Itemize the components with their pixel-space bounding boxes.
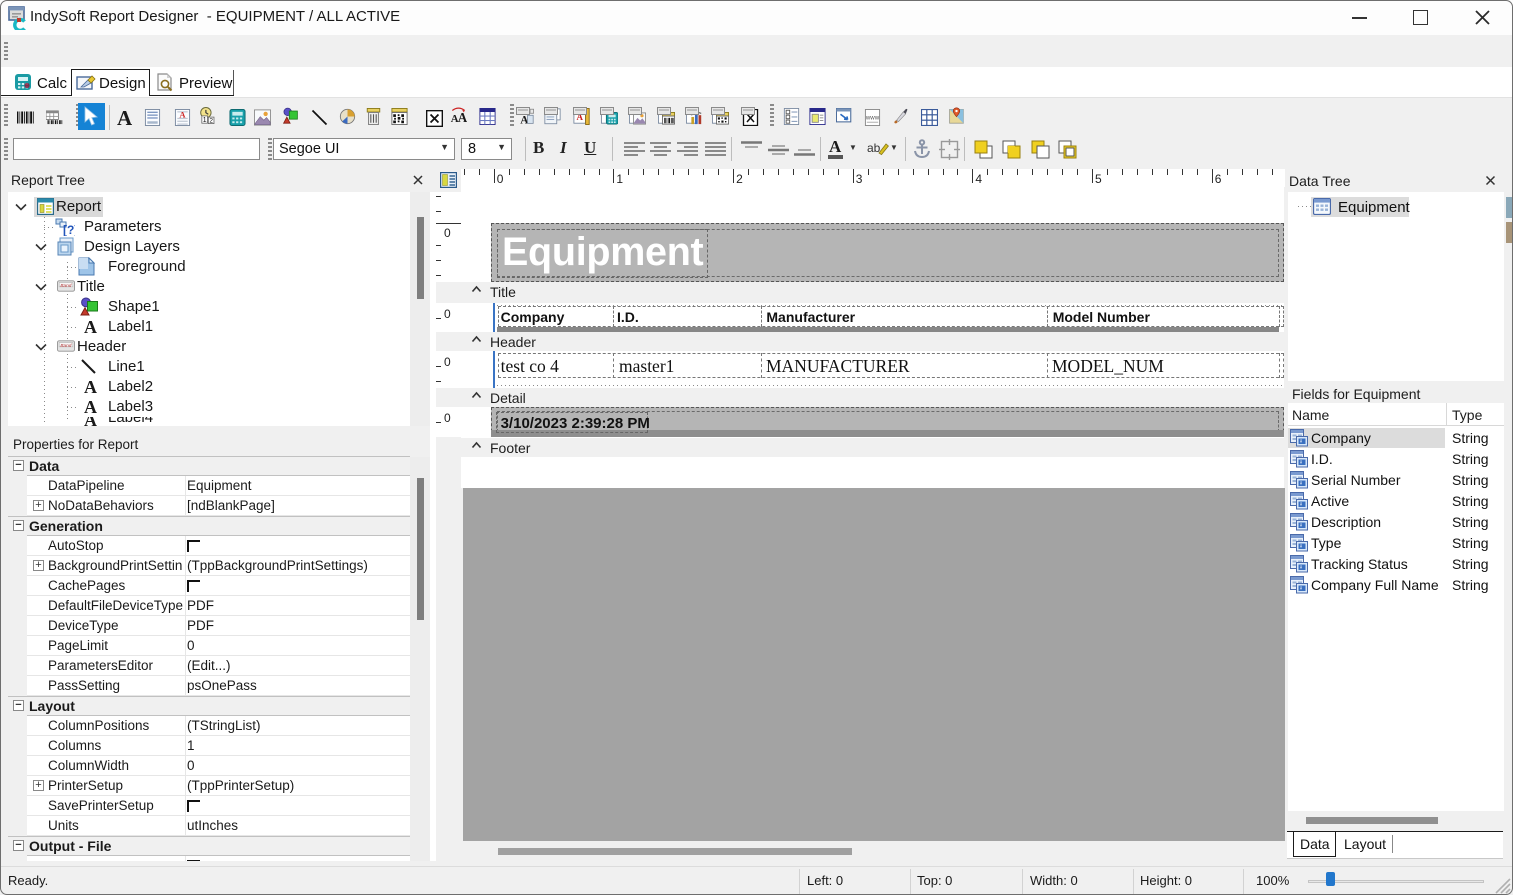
- svg-text:2: 2: [209, 118, 213, 124]
- svg-text:Band: Band: [60, 283, 71, 288]
- svg-text:Band: Band: [60, 343, 71, 348]
- svg-text:[?]: [?]: [63, 223, 75, 236]
- svg-text:A: A: [458, 110, 467, 124]
- svg-text:1: 1: [203, 117, 207, 124]
- svg-text:A: A: [179, 110, 186, 120]
- svg-text:www: www: [865, 114, 880, 121]
